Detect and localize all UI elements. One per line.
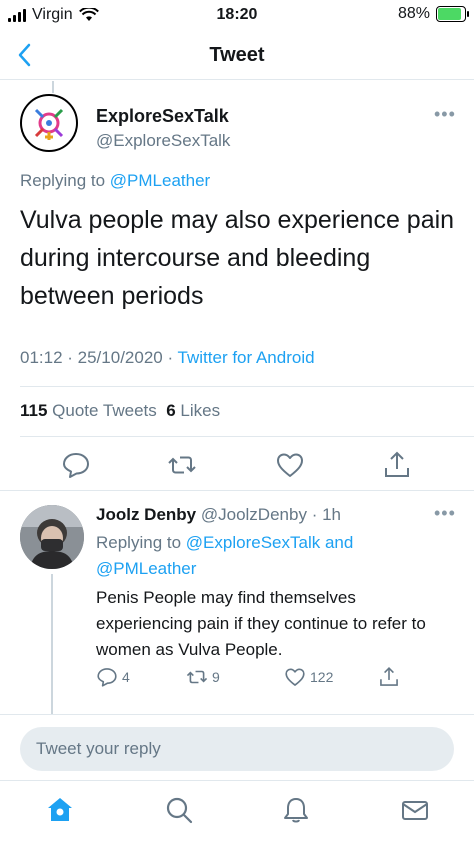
- avatar[interactable]: [20, 94, 78, 152]
- share-button[interactable]: [378, 666, 400, 688]
- quote-label: Quote Tweets: [52, 401, 157, 420]
- reply-composer[interactable]: Tweet your reply: [20, 727, 454, 771]
- like-count: 6: [166, 401, 176, 420]
- more-horizontal-icon[interactable]: •••: [434, 104, 456, 125]
- retweet-icon[interactable]: [167, 450, 197, 480]
- status-bar: Virgin 18:20 88%: [0, 0, 474, 32]
- comment-icon[interactable]: [61, 450, 91, 480]
- tweet-stats: 115 Quote Tweets 6 Likes: [20, 401, 220, 421]
- tweet-timestamp: 01:12 · 25/10/2020 ·: [20, 348, 178, 367]
- tab-bar: [0, 780, 474, 842]
- retweet-count: 9: [212, 669, 220, 685]
- heart-icon[interactable]: [275, 450, 305, 480]
- thread-line: [51, 574, 53, 714]
- divider: [20, 386, 474, 387]
- author-handle[interactable]: @ExploreSexTalk: [96, 131, 230, 151]
- like-label: Likes: [180, 401, 221, 420]
- divider: [20, 436, 474, 437]
- share-icon[interactable]: [382, 450, 412, 480]
- reply-button[interactable]: 4: [96, 666, 130, 688]
- share-icon: [380, 667, 398, 686]
- mention-link[interactable]: @PMLeather: [96, 559, 196, 578]
- like-button[interactable]: 122: [284, 666, 333, 688]
- mention-link[interactable]: @ExploreSexTalk: [186, 533, 320, 552]
- gender-symbols-logo: [34, 108, 64, 140]
- divider: [0, 714, 474, 715]
- replying-prefix: Replying to: [20, 171, 106, 190]
- nav-bar: Tweet: [0, 32, 474, 80]
- more-horizontal-icon[interactable]: •••: [434, 503, 456, 524]
- bell-icon[interactable]: [281, 795, 311, 825]
- profile-photo: [20, 505, 84, 569]
- retweet-icon: [186, 670, 208, 684]
- replying-prefix: Replying to: [96, 533, 182, 552]
- home-icon[interactable]: [45, 795, 75, 825]
- reply-actions: 4 9 122: [0, 666, 474, 690]
- quote-count: 115: [20, 401, 48, 420]
- tweet-text: Vulva people may also experience pain du…: [20, 206, 455, 310]
- battery-icon: [436, 6, 469, 22]
- thread-line: [52, 81, 54, 93]
- author-name[interactable]: ExploreSexTalk: [96, 106, 229, 127]
- avatar[interactable]: [20, 505, 84, 569]
- tweet-age: · 1h: [311, 505, 341, 524]
- page-title: Tweet: [209, 44, 265, 66]
- search-icon[interactable]: [164, 795, 194, 825]
- replying-to: Replying to @ExploreSexTalk and @PMLeath…: [96, 530, 396, 582]
- tweet-actions: [0, 448, 474, 482]
- replying-to: Replying to @PMLeather: [20, 171, 210, 191]
- reply-text: Penis People may find themselves experie…: [96, 588, 426, 659]
- mention-link[interactable]: @PMLeather: [110, 171, 210, 190]
- composer-placeholder: Tweet your reply: [36, 739, 161, 758]
- mail-icon[interactable]: [400, 795, 430, 825]
- likes-stat[interactable]: 6 Likes: [166, 401, 220, 420]
- reply-count: 4: [122, 669, 130, 685]
- retweet-button[interactable]: 9: [186, 666, 220, 688]
- reply-header: Joolz Denby @JoolzDenby · 1h: [96, 505, 341, 525]
- comment-icon: [97, 668, 117, 687]
- author-name[interactable]: Joolz Denby: [96, 505, 196, 524]
- battery-percent: 88%: [397, 5, 430, 22]
- heart-icon: [285, 668, 305, 686]
- tweet-source[interactable]: Twitter for Android: [178, 348, 315, 367]
- divider: [0, 490, 474, 491]
- replying-and: and: [324, 533, 354, 552]
- tweet-meta: 01:12 · 25/10/2020 · Twitter for Android: [20, 348, 315, 368]
- like-count: 122: [310, 669, 334, 685]
- quote-tweets-stat[interactable]: 115 Quote Tweets: [20, 401, 157, 420]
- author-handle[interactable]: @JoolzDenby: [201, 505, 307, 524]
- status-right: 88%: [397, 5, 469, 23]
